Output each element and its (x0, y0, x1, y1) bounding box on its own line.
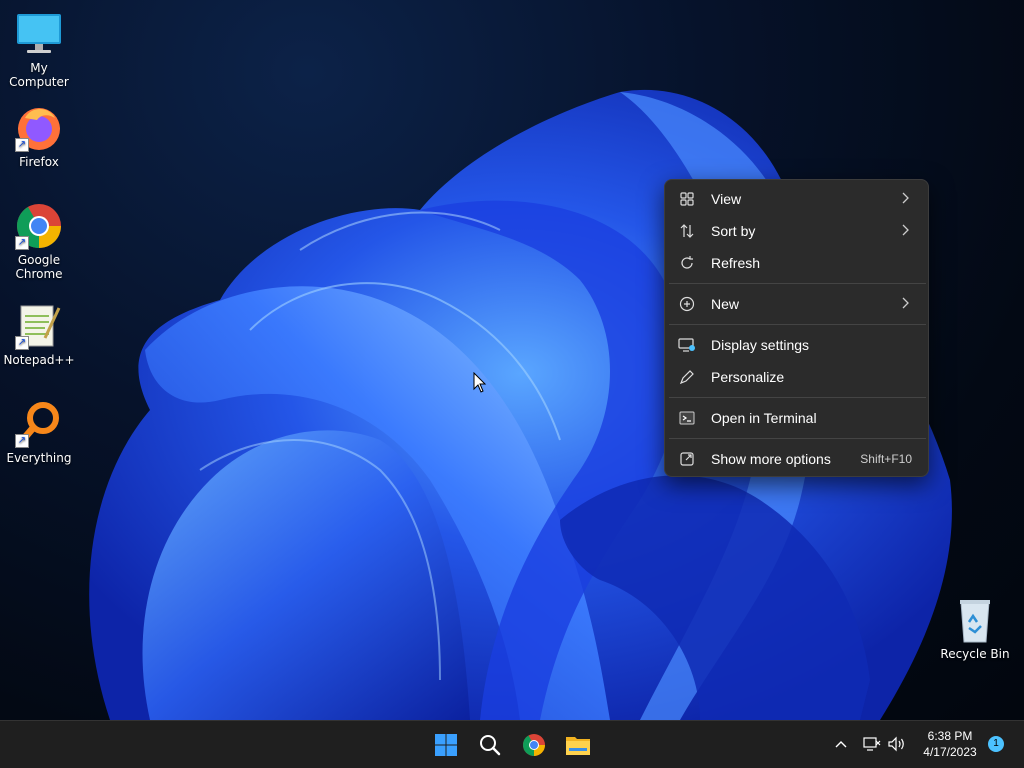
volume-tray-button[interactable] (886, 733, 908, 755)
sort-icon (678, 222, 696, 240)
chevron-right-icon (900, 191, 910, 208)
menu-item-new[interactable]: New (669, 289, 924, 319)
taskbar-chrome-button[interactable] (518, 729, 550, 761)
volume-icon (888, 736, 904, 752)
desktop-icon-notepad-plus-plus[interactable]: ↗ Notepad++ (0, 302, 78, 367)
desktop-icon-label: Firefox (19, 155, 59, 169)
taskbar-clock[interactable]: 6:38 PM 4/17/2023 (910, 728, 990, 760)
taskbar-search-button[interactable] (474, 729, 506, 761)
menu-item-label: Refresh (711, 255, 761, 271)
monitor-icon (15, 10, 63, 58)
chrome-icon: ↗ (15, 202, 63, 250)
desktop-icon-recycle-bin[interactable]: Recycle Bin (936, 596, 1014, 661)
menu-item-label: Display settings (711, 337, 810, 353)
firefox-icon: ↗ (15, 104, 63, 152)
menu-item-refresh[interactable]: Refresh (669, 248, 924, 278)
shortcut-arrow-icon: ↗ (15, 138, 29, 152)
recycle-bin-icon (951, 596, 999, 644)
menu-item-sort-by[interactable]: Sort by (669, 216, 924, 246)
clock-date: 4/17/2023 (923, 745, 977, 759)
clock-time: 6:38 PM (927, 729, 973, 743)
more-options-icon (678, 450, 696, 468)
file-explorer-icon (566, 737, 590, 755)
chevron-right-icon (900, 296, 910, 313)
network-icon (863, 737, 881, 751)
refresh-icon (678, 254, 696, 272)
display-settings-icon (678, 336, 696, 354)
menu-item-label: View (711, 191, 742, 207)
show-hidden-icons-button[interactable] (832, 733, 850, 755)
search-icon (480, 735, 501, 756)
menu-item-label: Open in Terminal (711, 410, 817, 426)
everything-search-icon: ↗ (15, 400, 63, 448)
desktop-context-menu: View Sort by Refresh New Display setting… (664, 179, 929, 477)
menu-item-open-in-terminal[interactable]: Open in Terminal (669, 403, 924, 433)
desktop[interactable]: My Computer ↗ Firefox ↗ Google Chrome ↗ … (0, 0, 1024, 720)
menu-item-label: New (711, 296, 740, 312)
menu-separator (669, 283, 926, 284)
desktop-icon-my-computer[interactable]: My Computer (0, 10, 78, 89)
menu-item-show-more-options[interactable]: Show more options Shift+F10 (669, 444, 924, 474)
menu-item-shortcut: Shift+F10 (860, 452, 912, 466)
network-tray-button[interactable] (862, 733, 882, 755)
desktop-icon-firefox[interactable]: ↗ Firefox (0, 104, 78, 169)
notepadpp-icon: ↗ (15, 302, 63, 350)
chevron-right-icon (900, 223, 910, 240)
menu-item-label: Sort by (711, 223, 756, 239)
menu-item-display-settings[interactable]: Display settings (669, 330, 924, 360)
chevron-up-icon (835, 741, 847, 748)
menu-item-view[interactable]: View (669, 184, 924, 214)
start-button[interactable] (430, 729, 462, 761)
plus-circle-icon (678, 295, 696, 313)
menu-item-label: Show more options (711, 451, 831, 467)
menu-separator (669, 324, 926, 325)
shortcut-arrow-icon: ↗ (15, 236, 29, 250)
menu-item-label: Personalize (711, 369, 785, 385)
chrome-icon (523, 734, 545, 756)
desktop-icon-everything[interactable]: ↗ Everything (0, 400, 78, 465)
menu-separator (669, 397, 926, 398)
menu-item-personalize[interactable]: Personalize (669, 362, 924, 392)
taskbar: 6:38 PM 4/17/2023 (0, 720, 1024, 768)
mouse-cursor-icon (473, 372, 487, 393)
shortcut-arrow-icon: ↗ (15, 336, 29, 350)
pen-icon (678, 368, 696, 386)
desktop-icon-label: Notepad++ (3, 353, 75, 367)
terminal-icon (678, 409, 696, 427)
menu-separator (669, 438, 926, 439)
taskbar-file-explorer-button[interactable] (562, 729, 594, 761)
grid-icon (678, 190, 696, 208)
desktop-icon-label: Google Chrome (15, 253, 63, 281)
desktop-icon-google-chrome[interactable]: ↗ Google Chrome (0, 202, 78, 281)
desktop-icon-label: Recycle Bin (940, 647, 1010, 661)
desktop-icon-label: My Computer (9, 61, 69, 89)
notification-badge[interactable]: 1 (988, 736, 1004, 752)
desktop-icon-label: Everything (6, 451, 72, 465)
shortcut-arrow-icon: ↗ (15, 434, 29, 448)
start-icon (435, 734, 457, 756)
